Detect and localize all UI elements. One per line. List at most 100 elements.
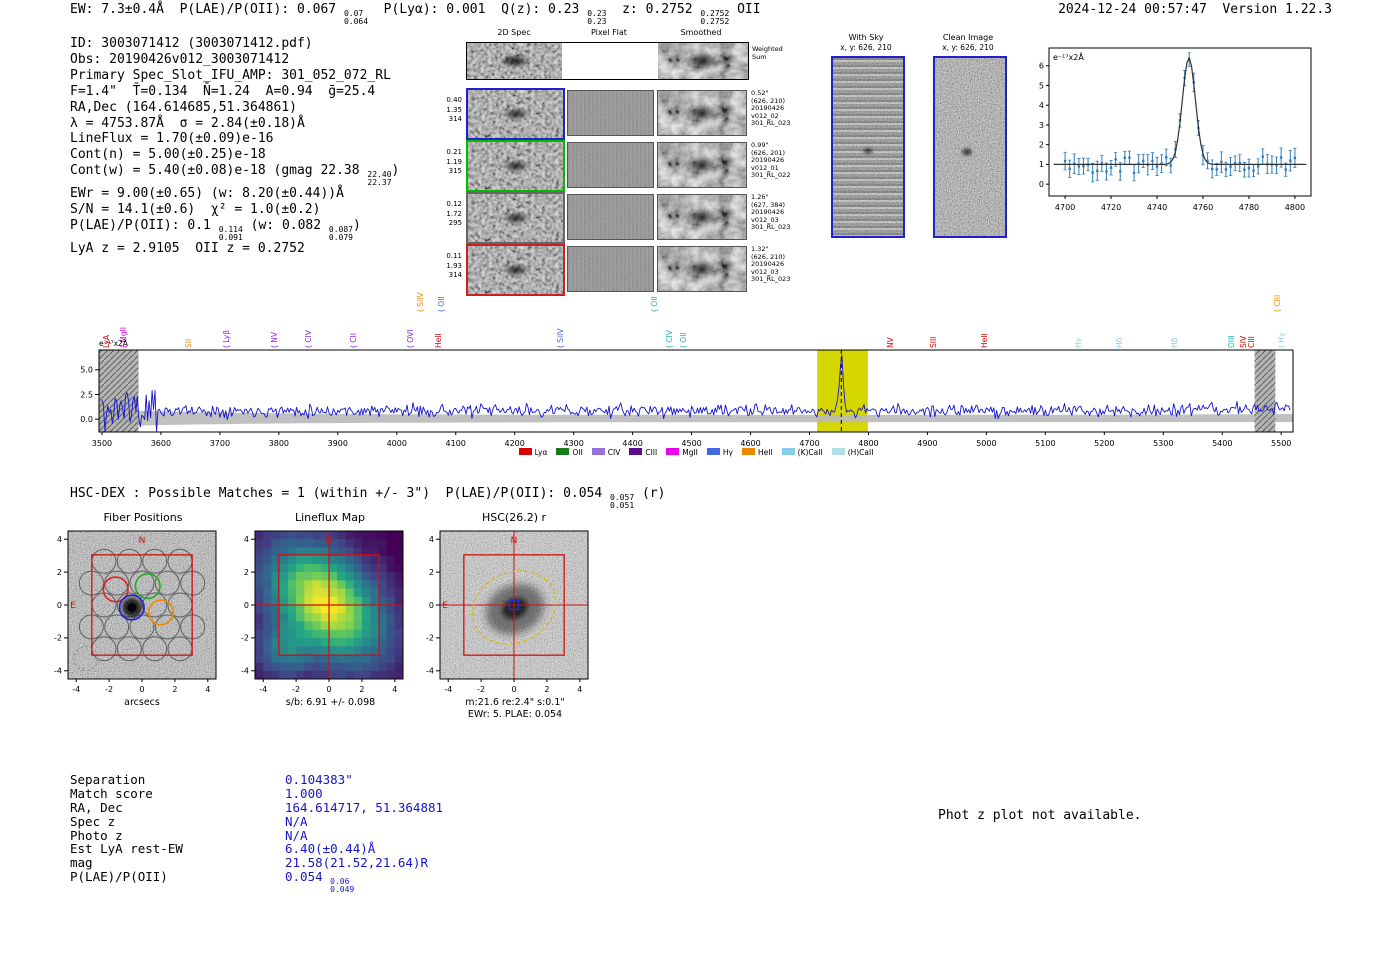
axis-label: 2 <box>544 685 549 694</box>
axis-label: 0 <box>1039 180 1044 189</box>
axis-label: 3800 <box>269 439 289 448</box>
axis-label: -4 <box>444 685 452 694</box>
smoothed-image <box>657 90 747 136</box>
row-left-labels: 0.12 1.72 295 <box>446 200 462 227</box>
axis-label: 6 <box>1039 62 1044 71</box>
stacked-uncertainty: 0.087 0.079 <box>328 225 353 242</box>
text-segment: F=1.4" T̄=0.134 N̄=1.24 A=0.94 ḡ=25.4 <box>70 83 376 99</box>
text-segment: LineFlux = 1.70(±0.09)e-16 <box>70 131 274 147</box>
info-line: LineFlux = 1.70(±0.09)e-16 <box>70 131 399 147</box>
axis-label: N <box>139 536 146 546</box>
text-segment: ) <box>353 218 361 234</box>
text-segment: ID: 3003071412 (3003071412.pdf) <box>70 36 313 51</box>
stacked-uncertainty: 0.114 0.091 <box>218 225 243 242</box>
summary-header: EW: 7.3±0.4Å P(LAE)/P(OII): 0.067 0.07 0.… <box>70 2 761 25</box>
axis-label: 5200 <box>1094 439 1114 448</box>
axis-label: 4100 <box>446 439 466 448</box>
text-segment: 21.58(21.52,21.64)R <box>285 855 428 871</box>
axis-label: 0 <box>57 601 62 610</box>
spec2d-image <box>466 244 565 296</box>
noise-texture <box>568 247 653 291</box>
axis-label: 4300 <box>563 439 583 448</box>
sky-panel-coords: x, y: 626, 210 <box>942 43 994 52</box>
source-blob <box>499 54 530 68</box>
stacked-uncertainty: 0.06 0.049 <box>330 877 355 894</box>
axis-label: 3600 <box>151 439 171 448</box>
emission-line-marker: ( SiIV <box>416 292 426 313</box>
axis-label: -4 <box>259 685 267 694</box>
legend-label: HeII <box>757 448 773 457</box>
emission-line-marker: ( OII <box>649 296 659 312</box>
info-line: ID: 3003071412 (3003071412.pdf) <box>70 36 399 52</box>
hsc-image-plot: N E -4 -4 -2 -2 0 0 2 2 4 4 <box>426 530 589 694</box>
spectrum-legend: Lyα OII CIV CIII MgII Hγ HeII (K)CaII (H)CaII <box>436 448 956 457</box>
fiber-positions-title: Fiber Positions <box>103 511 183 524</box>
text-segment: ) <box>391 163 400 179</box>
text-segment: OII <box>729 2 761 17</box>
legend-label: Lyα <box>534 448 548 457</box>
legend-label: Hγ <box>722 448 733 457</box>
text-segment: HSC-DEX : Possible Matches = 1 (within +… <box>70 486 611 501</box>
match-table-row: P(LAE)/P(OII) 0.054 0.06 0.049 <box>70 869 443 893</box>
source-blob <box>502 108 529 120</box>
source-blob <box>690 52 716 70</box>
match-field-value: N/A <box>285 814 308 829</box>
axis-label: -2 <box>477 685 485 694</box>
pixelflat-image <box>567 142 654 188</box>
sky-panel-title: With Sky <box>848 33 884 42</box>
legend-item: MgII <box>666 448 698 457</box>
match-table-row: mag 21.58(21.52,21.64)R <box>70 855 443 870</box>
axis-label: 4760 <box>1193 203 1213 212</box>
axis-label: -4 <box>241 667 249 676</box>
axis-label: 2 <box>172 685 177 694</box>
axis-label: 4 <box>244 535 249 544</box>
lineflux-map-plot: N -4 -4 -2 -2 0 0 2 2 4 4 <box>241 530 404 694</box>
source-blob <box>502 212 529 224</box>
match-field-value: 164.614717, 51.364881 <box>285 800 443 815</box>
axis-label: 4 <box>1039 101 1044 110</box>
axis-label: 3900 <box>328 439 348 448</box>
text-segment: RA,Dec (164.614685,51.364861) <box>70 99 297 115</box>
legend-swatch <box>629 448 643 455</box>
axis-label: 1 <box>1039 160 1044 169</box>
pixelflat-image <box>567 90 654 136</box>
emission-line-marker: ( CIII <box>1273 294 1283 312</box>
smoothed-image <box>657 194 747 240</box>
axis-label: -4 <box>426 667 434 676</box>
match-field-value: 6.40(±0.44)Å <box>285 841 375 856</box>
axis-label: 4 <box>205 685 210 694</box>
axis-label: 3 <box>1039 121 1044 130</box>
photz-note: Phot z plot not available. <box>938 808 1142 823</box>
noise-texture <box>568 143 653 187</box>
match-field-label: RA, Dec <box>70 799 123 815</box>
axis-label: 2 <box>244 568 249 577</box>
stacked-uncertainty: 22.40 22.37 <box>367 170 392 187</box>
legend-swatch <box>741 448 755 455</box>
axis-label: N <box>511 536 518 546</box>
spec2d-image <box>466 192 565 244</box>
source-blob <box>690 209 714 225</box>
axis-label: 2 <box>57 568 62 577</box>
match-table-row: RA, Dec 164.614717, 51.364881 <box>70 799 443 815</box>
match-field-label: Est LyA rest-EW <box>70 841 183 857</box>
match-table-row: Photo z N/A <box>70 828 443 843</box>
row-annotation: 1.32" (626, 210) 20190426 v012_03 301_RL_023 <box>751 245 791 284</box>
spec2d-image <box>467 43 562 79</box>
match-field-value: 21.58(21.52,21.64)R <box>285 855 428 870</box>
row-annotation: 0.99" (626, 201) 20190426 v012_01 301_RL_022 <box>751 141 791 180</box>
axis-label: 3700 <box>210 439 230 448</box>
axis-label: N <box>326 536 333 546</box>
text-segment: N/A <box>285 813 308 829</box>
emission-line-marker: ( OII <box>437 296 447 312</box>
axis-label: 4 <box>57 535 62 544</box>
axis-label: 0 <box>244 601 249 610</box>
text-segment: 6.40(±0.44)Å <box>285 841 376 857</box>
weighted-sum-row <box>466 42 749 80</box>
axis-label: 5.0 <box>80 366 93 375</box>
legend-item: CIV <box>591 448 620 457</box>
match-field-value: 1.000 <box>285 786 323 801</box>
axis-label: -2 <box>292 685 300 694</box>
text-segment: 0.054 <box>285 869 331 885</box>
legend-item: HeII <box>741 448 773 457</box>
info-line: F=1.4" T̄=0.134 N̄=1.24 A=0.94 ḡ=25.4 <box>70 84 399 100</box>
